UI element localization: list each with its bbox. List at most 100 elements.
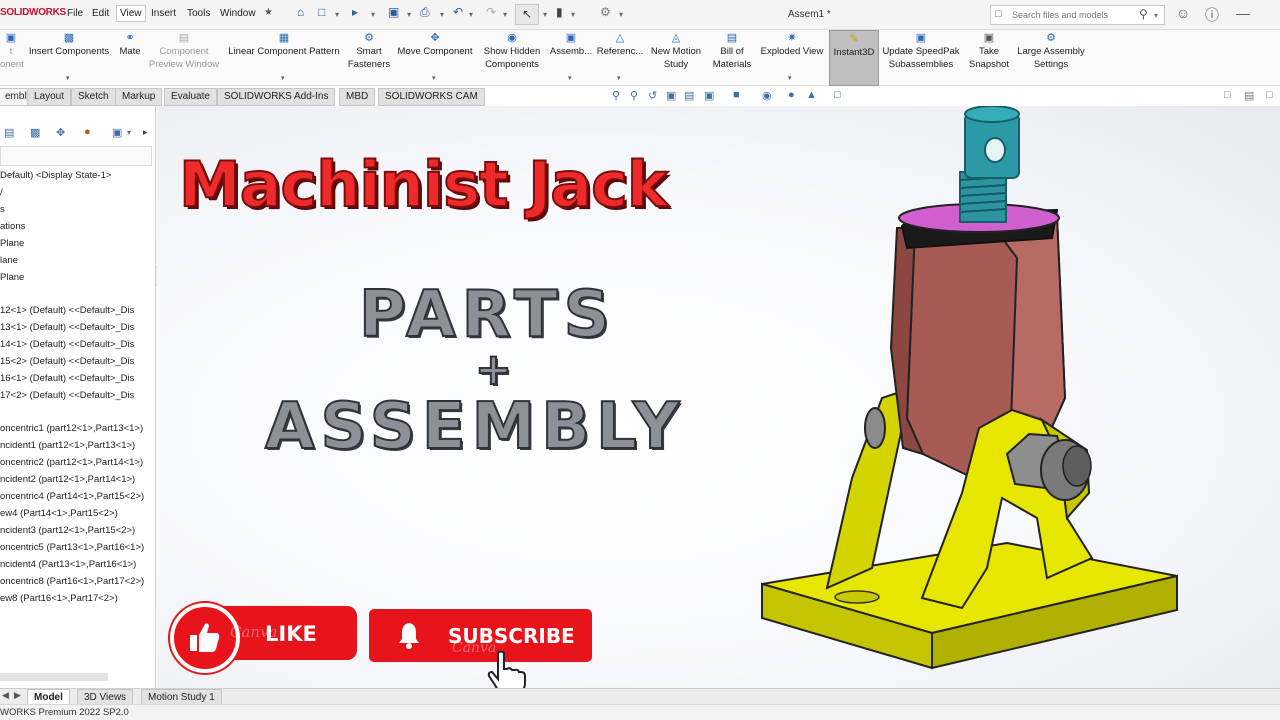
feature-tree-item[interactable]: Plane bbox=[0, 238, 24, 249]
search-box[interactable]: □ Search files and models ⚲ ▾ bbox=[990, 5, 1165, 25]
dynamic-annotation-icon[interactable]: ▤ bbox=[684, 89, 694, 102]
section-view-icon[interactable]: ▣ bbox=[666, 89, 676, 102]
insert-dropdown-icon[interactable]: ▾ bbox=[66, 74, 70, 82]
options-dropdown-icon[interactable]: ▾ bbox=[619, 10, 623, 19]
close-window-icon[interactable]: □ bbox=[1266, 89, 1273, 101]
feature-tree-item[interactable]: s bbox=[0, 204, 5, 215]
linear-component-pattern-button[interactable]: ▦ Linear Component Pattern ▾ bbox=[224, 30, 344, 86]
pin-icon[interactable]: ★ bbox=[264, 7, 273, 18]
tab-scroll-right-icon[interactable]: ▶ bbox=[14, 690, 21, 701]
menu-tools[interactable]: Tools bbox=[187, 8, 210, 19]
minimize-icon[interactable]: — bbox=[1236, 5, 1250, 21]
pattern-dropdown-icon[interactable]: ▾ bbox=[281, 74, 285, 82]
show-hidden-components-button[interactable]: ◉ Show Hidden Components bbox=[482, 30, 542, 86]
print-icon[interactable]: ⎙ bbox=[420, 5, 430, 20]
menu-view[interactable]: View bbox=[116, 5, 146, 22]
menu-edit[interactable]: Edit bbox=[92, 8, 109, 19]
tab-model[interactable]: Model bbox=[27, 689, 70, 705]
toolbar-dropdown-icon[interactable]: ▾ bbox=[127, 128, 131, 137]
feature-tree-item[interactable]: oncentric5 (Part13<1>,Part16<1>) bbox=[0, 542, 144, 553]
tab-layout[interactable]: Layout bbox=[27, 88, 72, 106]
new-document-icon[interactable]: □ bbox=[318, 5, 325, 19]
machinist-jack-model[interactable] bbox=[747, 106, 1187, 673]
view-orientation-icon[interactable]: ▣ bbox=[704, 89, 714, 102]
feature-tree-item[interactable]: ations bbox=[0, 221, 25, 232]
assembly-features-dropdown-icon[interactable]: ▾ bbox=[568, 74, 572, 82]
tab-mbd[interactable]: MBD bbox=[339, 88, 376, 106]
edit-appearance-icon[interactable]: ● bbox=[788, 89, 795, 101]
insert-components-button[interactable]: ▩ Insert Components ▾ bbox=[24, 30, 114, 86]
tile-window-icon[interactable]: ▤ bbox=[1244, 89, 1254, 102]
cmd-partial-component-button[interactable]: ▣ t onent bbox=[0, 30, 24, 86]
move-component-button[interactable]: ✥ Move Component ▾ bbox=[394, 30, 476, 86]
new-motion-study-button[interactable]: ◬ New Motion Study bbox=[648, 30, 704, 86]
redo-icon[interactable]: ↷ bbox=[486, 5, 496, 19]
feature-tree-item[interactable]: ew4 (Part14<1>,Part15<2>) bbox=[0, 508, 118, 519]
tab-scroll-left-icon[interactable]: ◀ bbox=[2, 690, 9, 701]
print-dropdown-icon[interactable]: ▾ bbox=[440, 10, 444, 19]
feature-tree-item[interactable]: 15<2> (Default) <<Default>_Dis bbox=[0, 356, 134, 367]
menu-file[interactable]: File bbox=[67, 8, 83, 19]
property-manager-icon[interactable]: ▩ bbox=[30, 126, 40, 139]
home-icon[interactable]: ⌂ bbox=[297, 5, 304, 19]
hide-show-items-icon[interactable]: ◉ bbox=[762, 89, 772, 102]
new-dropdown-icon[interactable]: ▾ bbox=[335, 10, 339, 19]
zoom-to-fit-icon[interactable]: ⚲ bbox=[612, 89, 620, 102]
help-icon[interactable]: ⓘ bbox=[1205, 5, 1219, 25]
smart-fasteners-button[interactable]: ⚙ Smart Fasteners bbox=[346, 30, 392, 86]
toolbar-scroll-right-icon[interactable]: ▸ bbox=[143, 127, 148, 138]
exploded-view-button[interactable]: ✷ Exploded View ▾ bbox=[758, 30, 826, 86]
save-icon[interactable]: ▣ bbox=[388, 5, 399, 19]
tab-sketch[interactable]: Sketch bbox=[71, 88, 116, 106]
select-tool-button[interactable]: ↖ bbox=[515, 4, 539, 25]
options-icon[interactable]: ⚙ bbox=[600, 5, 611, 19]
large-assembly-settings-button[interactable]: ⚙ Large Assembly Settings bbox=[1014, 30, 1088, 86]
rebuild-icon[interactable]: ▮ bbox=[556, 5, 563, 19]
feature-filter-field[interactable] bbox=[0, 146, 152, 166]
search-icon[interactable]: ⚲ bbox=[1139, 7, 1148, 21]
cam-manager-icon[interactable]: ▣ bbox=[112, 126, 122, 139]
take-snapshot-button[interactable]: ▣ Take Snapshot bbox=[966, 30, 1012, 86]
display-manager-icon[interactable]: ● bbox=[84, 126, 91, 138]
redo-dropdown-icon[interactable]: ▾ bbox=[503, 10, 507, 19]
feature-tree-item[interactable]: 12<1> (Default) <<Default>_Dis bbox=[0, 305, 134, 316]
feature-tree-item[interactable]: 17<2> (Default) <<Default>_Dis bbox=[0, 390, 134, 401]
feature-tree-item[interactable]: lane bbox=[0, 255, 18, 266]
feature-tree-item[interactable]: oncentric8 (Part16<1>,Part17<2>) bbox=[0, 576, 144, 587]
reference-geometry-button[interactable]: △ Referenc... ▾ bbox=[596, 30, 644, 86]
menu-window[interactable]: Window bbox=[220, 8, 256, 19]
select-dropdown-icon[interactable]: ▾ bbox=[543, 10, 547, 19]
open-dropdown-icon[interactable]: ▾ bbox=[371, 10, 375, 19]
undo-dropdown-icon[interactable]: ▾ bbox=[469, 10, 473, 19]
graphics-area[interactable]: Machinist Jack PARTS + ASSEMBLY Canva LI… bbox=[157, 106, 1280, 688]
tab-3d-views[interactable]: 3D Views bbox=[77, 689, 134, 705]
reference-dropdown-icon[interactable]: ▾ bbox=[617, 74, 621, 82]
feature-tree-item[interactable]: 13<1> (Default) <<Default>_Dis bbox=[0, 322, 134, 333]
open-icon[interactable]: ▸ bbox=[352, 5, 358, 19]
feature-tree-item[interactable]: ew8 (Part16<1>,Part17<2>) bbox=[0, 593, 118, 604]
move-dropdown-icon[interactable]: ▾ bbox=[432, 74, 436, 82]
tab-markup[interactable]: Markup bbox=[115, 88, 163, 106]
assembly-features-button[interactable]: ▣ Assemb... ▾ bbox=[548, 30, 594, 86]
feature-tree-item[interactable]: oncentric1 (part12<1>,Part13<1>) bbox=[0, 423, 143, 434]
view-settings-icon[interactable]: □ bbox=[834, 89, 841, 101]
feature-tree-item[interactable]: Plane bbox=[0, 272, 24, 283]
configuration-manager-icon[interactable]: ✥ bbox=[56, 126, 65, 139]
undo-icon[interactable]: ↶ bbox=[453, 5, 463, 19]
exploded-dropdown-icon[interactable]: ▾ bbox=[788, 74, 792, 82]
account-icon[interactable]: ☺ bbox=[1176, 5, 1190, 21]
feature-tree-item[interactable]: 14<1> (Default) <<Default>_Dis bbox=[0, 339, 134, 350]
feature-tree-item[interactable]: Default) <Display State-1> bbox=[0, 170, 111, 181]
feature-tree-item[interactable]: 16<1> (Default) <<Default>_Dis bbox=[0, 373, 134, 384]
feature-tree-item[interactable]: ncident4 (Part13<1>,Part16<1>) bbox=[0, 559, 136, 570]
like-button[interactable]: Canva LIKE bbox=[170, 603, 357, 673]
feature-tree-item[interactable]: / bbox=[0, 187, 3, 198]
update-speedpak-button[interactable]: ▣ Update SpeedPak Subassemblies bbox=[882, 30, 960, 86]
menu-insert[interactable]: Insert bbox=[151, 8, 176, 19]
apply-scene-icon[interactable]: ▲ bbox=[806, 89, 817, 101]
tab-solidworks-cam[interactable]: SOLIDWORKS CAM bbox=[378, 88, 485, 106]
mate-button[interactable]: ⚭ Mate bbox=[115, 30, 145, 86]
previous-view-icon[interactable]: ↺ bbox=[648, 89, 657, 102]
subscribe-button[interactable]: Canva SUBSCRIBE bbox=[369, 609, 592, 688]
component-preview-window-button[interactable]: ▤ Component Preview Window bbox=[146, 30, 222, 86]
